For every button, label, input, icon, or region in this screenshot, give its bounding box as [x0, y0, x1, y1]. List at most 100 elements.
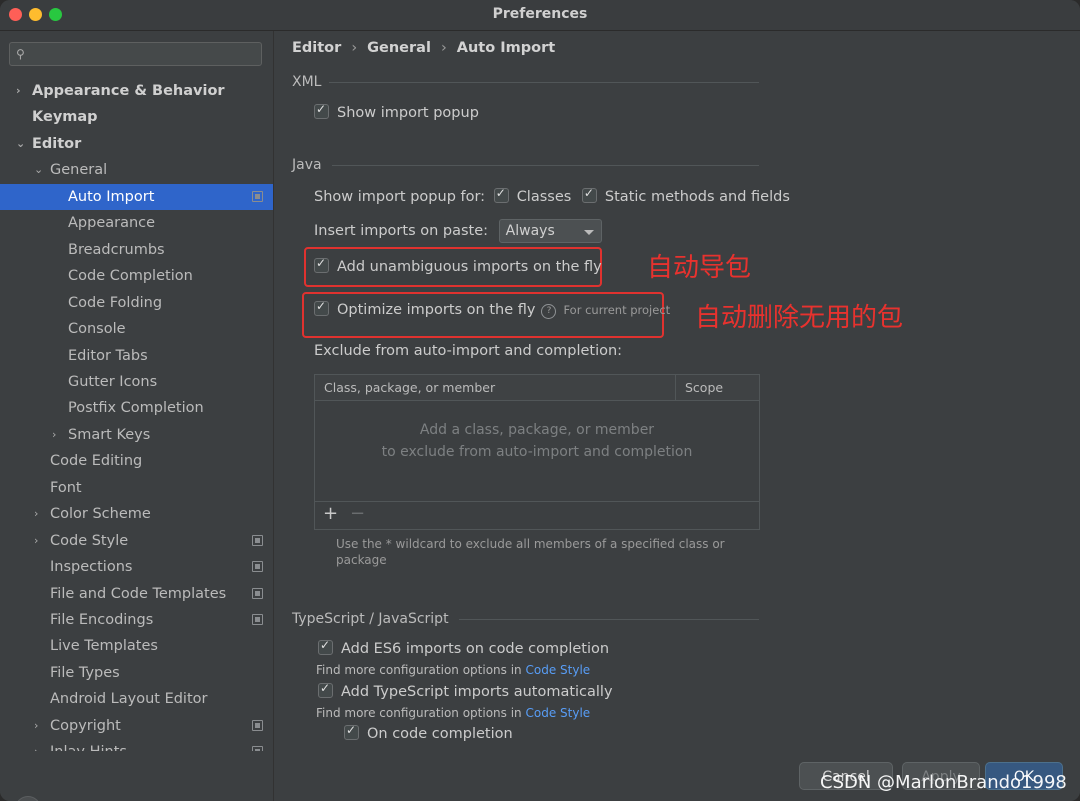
sidebar-item-general[interactable]: ⌄ General — [0, 157, 273, 183]
optimize-imports-label: Optimize imports on the fly — [337, 302, 536, 318]
sidebar-item-appearance-behavior[interactable]: › Appearance & Behavior — [0, 78, 273, 104]
chevron-right-icon[interactable]: › — [34, 739, 44, 751]
static-methods-checkbox[interactable] — [581, 186, 597, 203]
add-unambiguous-checkbox[interactable] — [314, 256, 329, 273]
es6-imports-label: Add ES6 imports on code completion — [341, 641, 610, 657]
sidebar-item-file-types[interactable]: File Types — [0, 660, 273, 686]
sidebar-item-label: Android Layout Editor — [50, 691, 208, 707]
sidebar-item-inspections[interactable]: Inspections — [0, 554, 273, 580]
sidebar-item-keymap[interactable]: Keymap — [0, 104, 273, 130]
sidebar-item-label: Editor Tabs — [68, 348, 148, 364]
exclude-label: Exclude from auto-import and completion: — [314, 343, 623, 359]
window-title: Preferences — [492, 6, 588, 22]
sidebar-item-console[interactable]: Console — [0, 316, 273, 342]
breadcrumb-separator: › — [351, 40, 358, 56]
chevron-down-icon[interactable]: ⌄ — [16, 131, 26, 157]
sidebar-item-label: Console — [68, 321, 126, 337]
preferences-window: Preferences ⚲ › Appearance & Behavior Keym… — [0, 0, 1080, 801]
breadcrumb-general[interactable]: General — [367, 40, 431, 56]
es6-imports-checkbox[interactable] — [318, 638, 333, 655]
chevron-down-icon — [583, 230, 594, 235]
sidebar-item-color-scheme[interactable]: › Color Scheme — [0, 501, 273, 527]
add-unambiguous-row[interactable]: Add unambiguous imports on the fly — [314, 256, 602, 275]
remove-icon[interactable]: − — [350, 503, 365, 524]
settings-search-input[interactable]: ⚲ — [9, 42, 262, 66]
sidebar-item-label: Font — [50, 480, 82, 496]
code-style-link[interactable]: Code Style — [525, 706, 590, 720]
sidebar-item-code-folding[interactable]: Code Folding — [0, 290, 273, 316]
java-section-title: Java — [292, 157, 322, 173]
help-button[interactable]: ? — [15, 796, 41, 801]
sidebar-item-copyright[interactable]: › Copyright — [0, 713, 273, 739]
sidebar-item-live-templates[interactable]: Live Templates — [0, 633, 273, 659]
chevron-right-icon[interactable]: › — [34, 528, 44, 554]
sidebar-item-code-completion[interactable]: Code Completion — [0, 263, 273, 289]
chevron-right-icon[interactable]: › — [34, 713, 44, 739]
add-icon[interactable]: + — [323, 503, 338, 524]
xml-show-import-popup-checkbox[interactable] — [314, 102, 329, 119]
column-member-header[interactable]: Class, package, or member — [324, 380, 495, 395]
insert-on-paste-select[interactable]: Always — [498, 219, 602, 243]
help-icon[interactable]: ? — [541, 304, 557, 319]
column-scope-header[interactable]: Scope — [675, 375, 723, 400]
sidebar-item-gutter-icons[interactable]: Gutter Icons — [0, 369, 273, 395]
classes-checkbox[interactable] — [493, 186, 509, 203]
sidebar-item-file-encodings[interactable]: File Encodings — [0, 607, 273, 633]
on-completion-checkbox[interactable] — [344, 723, 359, 740]
on-completion-label: On code completion — [367, 726, 513, 742]
empty-table-text-line2: to exclude from auto-import and completi… — [381, 444, 693, 460]
sidebar-item-label: Code Style — [50, 533, 129, 549]
section-divider — [332, 165, 759, 166]
project-scope-icon — [252, 535, 263, 546]
chevron-right-icon[interactable]: › — [52, 422, 62, 448]
sidebar-item-appearance[interactable]: Appearance — [0, 210, 273, 236]
optimize-imports-checkbox[interactable] — [314, 299, 329, 316]
xml-show-import-popup-row[interactable]: Show import popup — [314, 102, 479, 121]
sidebar-item-editor[interactable]: ⌄ Editor — [0, 131, 273, 157]
code-style-link[interactable]: Code Style — [525, 663, 590, 677]
sidebar-item-font[interactable]: Font — [0, 475, 273, 501]
ts-imports-checkbox[interactable] — [318, 681, 333, 698]
section-divider — [459, 619, 759, 620]
sidebar-item-label: Smart Keys — [68, 427, 151, 443]
sidebar-item-label: Gutter Icons — [68, 374, 158, 390]
breadcrumb-editor[interactable]: Editor — [292, 40, 341, 56]
sidebar-item-editor-tabs[interactable]: Editor Tabs — [0, 343, 273, 369]
xml-section-title: XML — [292, 74, 322, 90]
sidebar-item-android-layout-editor[interactable]: Android Layout Editor — [0, 686, 273, 712]
sidebar-item-label: General — [50, 162, 108, 178]
sidebar-item-file-and-code-templates[interactable]: File and Code Templates — [0, 581, 273, 607]
sidebar-item-code-editing[interactable]: Code Editing — [0, 448, 273, 474]
exclude-table-toolbar: + − — [315, 501, 759, 529]
sidebar-item-label: File Types — [50, 665, 120, 681]
xml-show-import-popup-label: Show import popup — [337, 105, 479, 121]
exclude-table[interactable]: Class, package, or member Scope Add a cl… — [314, 374, 760, 530]
project-scope-icon — [252, 614, 263, 625]
sidebar-item-inlay-hints[interactable]: › Inlay Hints — [0, 739, 273, 751]
chevron-down-icon[interactable]: ⌄ — [34, 157, 44, 183]
es6-imports-row[interactable]: Add ES6 imports on code completion — [318, 638, 610, 657]
on-completion-row[interactable]: On code completion — [344, 723, 513, 742]
sidebar-item-label: Breadcrumbs — [68, 242, 165, 258]
sidebar-item-label: Postfix Completion — [68, 400, 204, 416]
sidebar-item-smart-keys[interactable]: › Smart Keys — [0, 422, 273, 448]
find-more-hint-2: Find more configuration options in Code … — [316, 706, 590, 720]
sidebar-item-auto-import[interactable]: Auto Import — [0, 184, 273, 210]
sidebar-item-label: Live Templates — [50, 638, 158, 654]
add-unambiguous-label: Add unambiguous imports on the fly — [337, 259, 602, 275]
sidebar-item-label: Appearance — [68, 215, 156, 231]
optimize-imports-row[interactable]: Optimize imports on the fly? For current … — [314, 299, 670, 319]
sidebar-item-label: Code Completion — [68, 268, 193, 284]
sidebar-item-label: Keymap — [32, 109, 98, 125]
project-scope-icon — [252, 720, 263, 731]
classes-label: Classes — [516, 189, 572, 205]
sidebar-item-code-style[interactable]: › Code Style — [0, 528, 273, 554]
chevron-right-icon[interactable]: › — [34, 501, 44, 527]
static-methods-label: Static methods and fields — [604, 189, 790, 205]
ts-imports-row[interactable]: Add TypeScript imports automatically — [318, 681, 613, 700]
sidebar-item-breadcrumbs[interactable]: Breadcrumbs — [0, 237, 273, 263]
chevron-right-icon[interactable]: › — [16, 78, 26, 104]
search-icon: ⚲ — [16, 47, 25, 61]
sidebar-item-label: Copyright — [50, 718, 121, 734]
sidebar-item-postfix-completion[interactable]: Postfix Completion — [0, 395, 273, 421]
